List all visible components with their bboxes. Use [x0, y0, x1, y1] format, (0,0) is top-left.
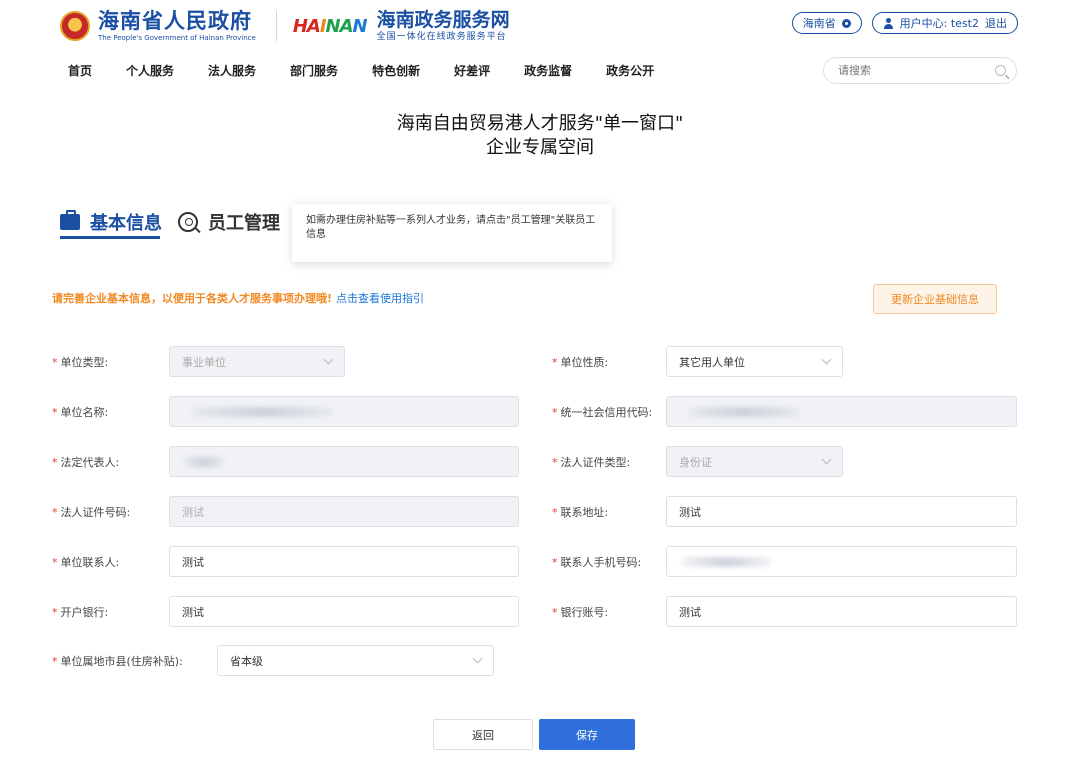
contact-label: * 单位联系人: — [52, 556, 120, 569]
chevron-down-icon — [323, 354, 334, 365]
legal-id-no-value: 测试 — [182, 505, 204, 519]
location-label: 海南省 — [802, 17, 836, 30]
bank-field[interactable]: 测试 — [169, 596, 519, 627]
bank-account-label: * 银行账号: — [552, 606, 609, 619]
employee-management-tooltip: 如需办理住房补贴等一系列人才业务，请点击"员工管理"关联员工信息 — [292, 204, 612, 262]
unit-name-label: * 单位名称: — [52, 406, 109, 419]
search-input[interactable] — [838, 64, 988, 77]
gov-title: 海南省人民政府 The People's Government of Haina… — [98, 9, 256, 43]
save-button[interactable]: 保存 — [539, 719, 635, 750]
credit-code-label: * 统一社会信用代码: — [552, 406, 653, 419]
notice-text: 请完善企业基本信息，以便用于各类人才服务事项办理哦! — [52, 292, 333, 305]
unit-nature-value: 其它用人单位 — [679, 355, 745, 369]
city-select[interactable]: 省本级 — [217, 645, 494, 676]
nav-item-home[interactable]: 首页 — [68, 62, 92, 79]
legal-id-no-label: * 法人证件号码: — [52, 506, 131, 519]
legal-id-type-label: * 法人证件类型: — [552, 456, 631, 469]
legal-id-type-select[interactable]: 身份证 — [666, 446, 843, 477]
unit-nature-select[interactable]: 其它用人单位 — [666, 346, 843, 377]
gov-title-en: The People's Government of Hainan Provin… — [98, 34, 256, 42]
unit-nature-label: * 单位性质: — [552, 356, 609, 369]
nav-item-department[interactable]: 部门服务 — [290, 62, 338, 79]
nav-item-disclosure[interactable]: 政务公开 — [606, 62, 654, 79]
page-title: 海南自由贸易港人才服务"单一窗口" 企业专属空间 — [0, 112, 1080, 160]
hainan-logo-part: HA — [292, 15, 321, 37]
nav-item-innovation[interactable]: 特色创新 — [372, 62, 420, 79]
national-emblem-icon — [60, 11, 90, 41]
employee-search-icon — [178, 212, 198, 232]
nav-item-personal[interactable]: 个人服务 — [126, 62, 174, 79]
legal-rep-label: * 法定代表人: — [52, 456, 120, 469]
tab-bar: 基本信息 员工管理 — [60, 209, 296, 235]
briefcase-icon — [60, 210, 80, 230]
info-notice: 请完善企业基本信息，以便用于各类人才服务事项办理哦! 点击查看使用指引 — [52, 290, 424, 306]
header-actions: 海南省 用户中心: test2 退出 — [791, 12, 1018, 34]
user-icon — [883, 17, 894, 29]
address-value: 测试 — [679, 505, 701, 519]
back-button[interactable]: 返回 — [433, 719, 533, 750]
location-pin-icon — [841, 18, 851, 28]
bank-account-field[interactable]: 测试 — [666, 596, 1017, 627]
city-value: 省本级 — [230, 654, 263, 668]
logo-group[interactable]: 海南省人民政府 The People's Government of Haina… — [60, 6, 510, 46]
chevron-down-icon — [472, 653, 483, 664]
tab-label: 员工管理 — [208, 213, 280, 234]
contact-field[interactable]: 测试 — [169, 546, 519, 577]
service-title: 海南政务服务网 全国一体化在线政务服务平台 — [377, 9, 510, 43]
tab-label: 基本信息 — [90, 213, 162, 234]
logout-link[interactable]: 退出 — [985, 15, 1007, 31]
redacted-blur — [192, 406, 332, 417]
bank-account-value: 测试 — [679, 605, 701, 619]
unit-name-field[interactable] — [169, 396, 519, 427]
main-nav: 首页 个人服务 法人服务 部门服务 特色创新 好差评 政务监督 政务公开 — [68, 62, 688, 79]
service-title-sub: 全国一体化在线政务服务平台 — [376, 32, 507, 42]
unit-type-label: * 单位类型: — [52, 356, 109, 369]
hainan-logo-part: N — [352, 15, 368, 37]
user-center[interactable]: 用户中心: test2 退出 — [871, 12, 1018, 34]
legal-id-type-value: 身份证 — [679, 455, 712, 469]
active-tab-indicator — [60, 236, 160, 239]
search-icon[interactable] — [995, 65, 1006, 76]
site-header: 海南省人民政府 The People's Government of Haina… — [0, 0, 1080, 92]
nav-item-corporate[interactable]: 法人服务 — [208, 62, 256, 79]
logo-divider — [275, 11, 277, 41]
nav-item-supervision[interactable]: 政务监督 — [524, 62, 572, 79]
legal-id-no-field[interactable]: 测试 — [169, 496, 519, 527]
unit-type-value: 事业单位 — [182, 355, 226, 369]
bank-label: * 开户银行: — [52, 606, 109, 619]
nav-item-rating[interactable]: 好差评 — [454, 62, 490, 79]
redacted-blur — [689, 406, 799, 417]
hainan-brand-logo: HAINAN — [292, 15, 368, 37]
tab-employee-management[interactable]: 员工管理 — [178, 209, 280, 235]
city-label: * 单位属地市县(住房补贴): — [52, 655, 183, 668]
credit-code-field[interactable] — [666, 396, 1017, 427]
chevron-down-icon — [821, 354, 832, 365]
contact-value: 测试 — [182, 555, 204, 569]
user-center-label[interactable]: 用户中心: test2 — [900, 15, 979, 31]
contact-phone-label: * 联系人手机号码: — [552, 556, 642, 569]
page-title-line2: 企业专属空间 — [486, 137, 594, 158]
gov-title-cn: 海南省人民政府 — [98, 9, 252, 33]
tab-basic-info[interactable]: 基本信息 — [60, 209, 162, 235]
legal-rep-field[interactable] — [169, 446, 519, 477]
contact-phone-field[interactable] — [666, 546, 1017, 577]
location-selector[interactable]: 海南省 — [791, 12, 862, 34]
unit-type-select[interactable]: 事业单位 — [169, 346, 345, 377]
chevron-down-icon — [821, 454, 832, 465]
bank-value: 测试 — [182, 605, 204, 619]
update-company-info-button[interactable]: 更新企业基础信息 — [873, 284, 997, 314]
hainan-logo-part: NA — [325, 15, 354, 37]
redacted-blur — [681, 556, 771, 567]
service-title-cn: 海南政务服务网 — [376, 9, 510, 31]
search-box — [823, 57, 1017, 84]
guide-link[interactable]: 点击查看使用指引 — [336, 292, 424, 305]
page-title-line1: 海南自由贸易港人才服务"单一窗口" — [396, 113, 684, 134]
address-label: * 联系地址: — [552, 506, 609, 519]
address-field[interactable]: 测试 — [666, 496, 1017, 527]
redacted-blur — [184, 456, 224, 467]
